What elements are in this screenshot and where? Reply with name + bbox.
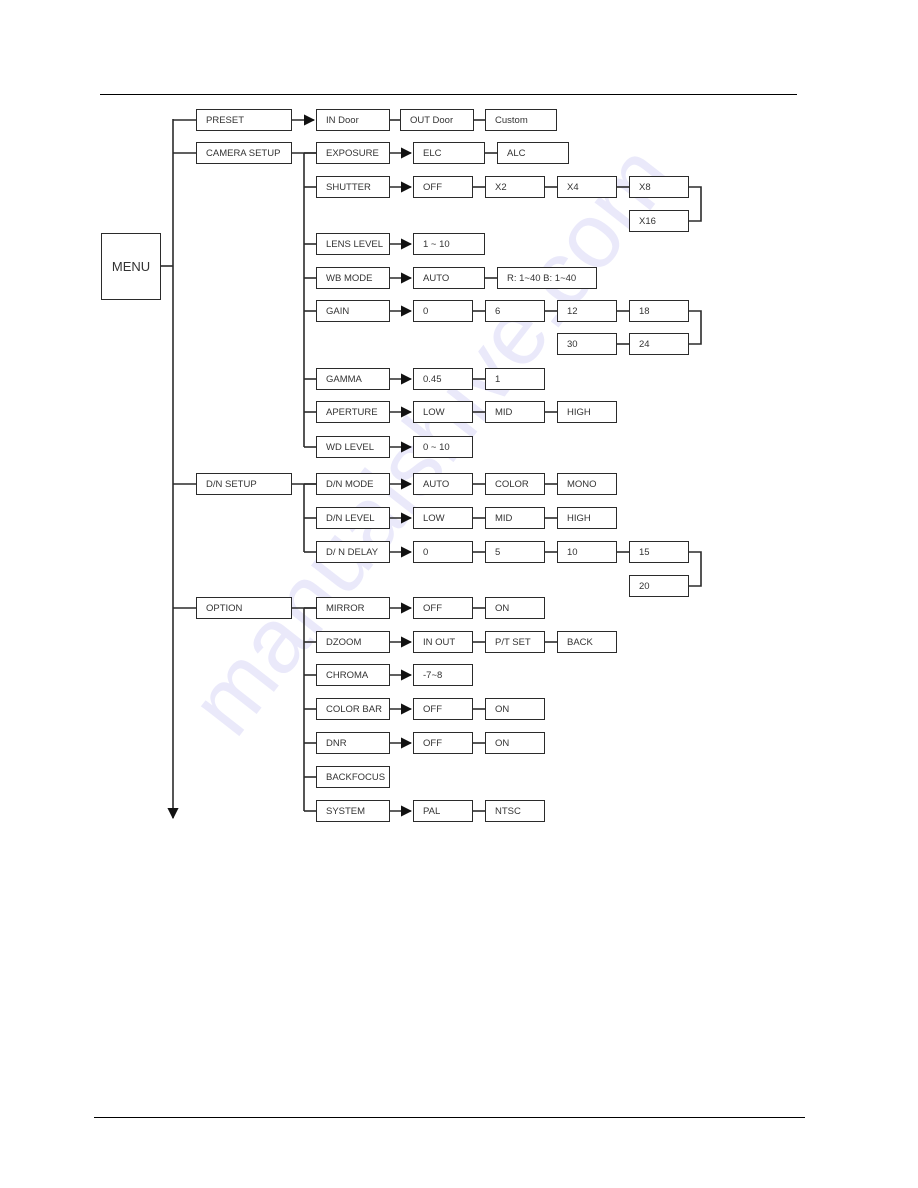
- item-dzoom: DZOOM: [316, 631, 390, 653]
- option-gain-5: 30: [557, 333, 617, 355]
- menu-dn-setup: D/N SETUP: [196, 473, 292, 495]
- wrap-connector: [689, 310, 702, 345]
- item-dnr: DNR: [316, 732, 390, 754]
- option-shutter-4: X16: [629, 210, 689, 232]
- option-wb-mode-0: AUTO: [413, 267, 485, 289]
- option-lens-level-0: 1 ~ 10: [413, 233, 485, 255]
- menu-camera-setup: CAMERA SETUP: [196, 142, 292, 164]
- option-system-1: NTSC: [485, 800, 545, 822]
- item-dn-delay: D/ N DELAY: [316, 541, 390, 563]
- option-shutter-2: X4: [557, 176, 617, 198]
- option-dzoom-1: P/T SET: [485, 631, 545, 653]
- option-dn-level-0: LOW: [413, 507, 473, 529]
- item-gain: GAIN: [316, 300, 390, 322]
- option-dn-mode-0: AUTO: [413, 473, 473, 495]
- option-wd-level-0: 0 ~ 10: [413, 436, 473, 458]
- option-dn-delay-1: 5: [485, 541, 545, 563]
- option-exposure-0: ELC: [413, 142, 485, 164]
- item-dn-level: D/N LEVEL: [316, 507, 390, 529]
- option-gain-3: 18: [629, 300, 689, 322]
- option-aperture-1: MID: [485, 401, 545, 423]
- option-wb-mode-1: R: 1~40 B: 1~40: [497, 267, 597, 289]
- item-wd-level: WD LEVEL: [316, 436, 390, 458]
- menu-option: OPTION: [196, 597, 292, 619]
- menu-root: MENU: [101, 233, 161, 300]
- item-color-bar: COLOR BAR: [316, 698, 390, 720]
- option-system-0: PAL: [413, 800, 473, 822]
- wrap-connector: [689, 551, 702, 587]
- option-dzoom-2: BACK: [557, 631, 617, 653]
- option-dn-mode-1: COLOR: [485, 473, 545, 495]
- item-lens-level: LENS LEVEL: [316, 233, 390, 255]
- option-gain-1: 6: [485, 300, 545, 322]
- option-exposure-1: ALC: [497, 142, 569, 164]
- option-aperture-0: LOW: [413, 401, 473, 423]
- item-aperture: APERTURE: [316, 401, 390, 423]
- option-dn-delay-2: 10: [557, 541, 617, 563]
- item-gamma: GAMMA: [316, 368, 390, 390]
- wrap-connector: [689, 186, 702, 222]
- option-preset-2: Custom: [485, 109, 557, 131]
- option-shutter-1: X2: [485, 176, 545, 198]
- option-dn-level-1: MID: [485, 507, 545, 529]
- option-dzoom-0: IN OUT: [413, 631, 473, 653]
- option-preset-1: OUT Door: [400, 109, 474, 131]
- option-chroma-0: -7~8: [413, 664, 473, 686]
- option-preset-0: IN Door: [316, 109, 390, 131]
- option-color-bar-1: ON: [485, 698, 545, 720]
- option-dn-mode-2: MONO: [557, 473, 617, 495]
- item-system: SYSTEM: [316, 800, 390, 822]
- option-dn-delay-3: 15: [629, 541, 689, 563]
- option-dn-delay-4: 20: [629, 575, 689, 597]
- option-shutter-0: OFF: [413, 176, 473, 198]
- option-gain-4: 24: [629, 333, 689, 355]
- item-exposure: EXPOSURE: [316, 142, 390, 164]
- option-dnr-0: OFF: [413, 732, 473, 754]
- item-chroma: CHROMA: [316, 664, 390, 686]
- option-shutter-3: X8: [629, 176, 689, 198]
- option-mirror-1: ON: [485, 597, 545, 619]
- item-backfocus: BACKFOCUS: [316, 766, 390, 788]
- option-gain-0: 0: [413, 300, 473, 322]
- option-gamma-0: 0.45: [413, 368, 473, 390]
- item-mirror: MIRROR: [316, 597, 390, 619]
- menu-preset: PRESET: [196, 109, 292, 131]
- option-aperture-2: HIGH: [557, 401, 617, 423]
- option-dnr-1: ON: [485, 732, 545, 754]
- item-dn-mode: D/N MODE: [316, 473, 390, 495]
- item-wb-mode: WB MODE: [316, 267, 390, 289]
- option-gain-2: 12: [557, 300, 617, 322]
- option-mirror-0: OFF: [413, 597, 473, 619]
- option-color-bar-0: OFF: [413, 698, 473, 720]
- option-dn-level-2: HIGH: [557, 507, 617, 529]
- option-gamma-1: 1: [485, 368, 545, 390]
- option-dn-delay-0: 0: [413, 541, 473, 563]
- item-shutter: SHUTTER: [316, 176, 390, 198]
